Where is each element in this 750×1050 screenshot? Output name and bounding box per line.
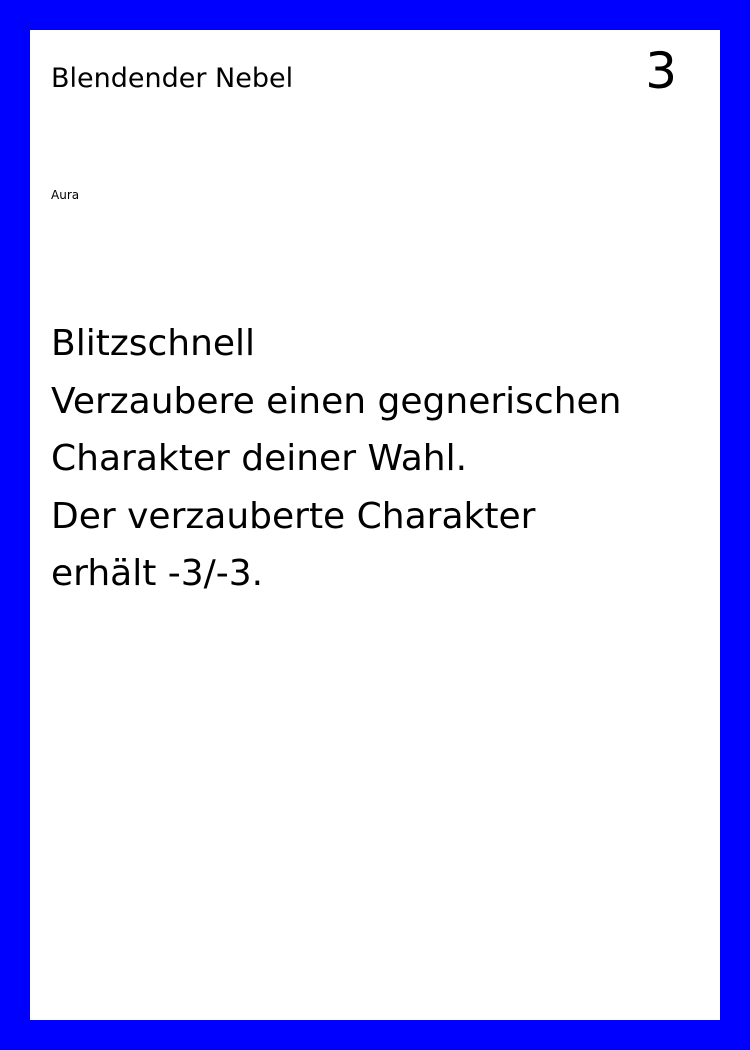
rules-text-line: Verzaubere einen gegnerischen bbox=[51, 380, 622, 422]
card-face: Blendender Nebel 3 Aura Blitzschnell Ver… bbox=[30, 30, 720, 1020]
rules-keyword-line: Blitzschnell bbox=[51, 323, 256, 364]
rules-text-line: Charakter deiner Wahl. bbox=[51, 438, 468, 479]
card-title: Blendender Nebel bbox=[51, 63, 294, 94]
card-rules-text: Blitzschnell Verzaubere einen gegnerisch… bbox=[51, 315, 691, 603]
rules-text-line: erhält -3/-3. bbox=[51, 553, 264, 594]
card-cost: 3 bbox=[645, 42, 677, 100]
rules-text-line: Der verzauberte Charakter bbox=[51, 495, 536, 537]
card-border: Blendender Nebel 3 Aura Blitzschnell Ver… bbox=[0, 0, 750, 1050]
card-type-line: Aura bbox=[51, 188, 80, 202]
